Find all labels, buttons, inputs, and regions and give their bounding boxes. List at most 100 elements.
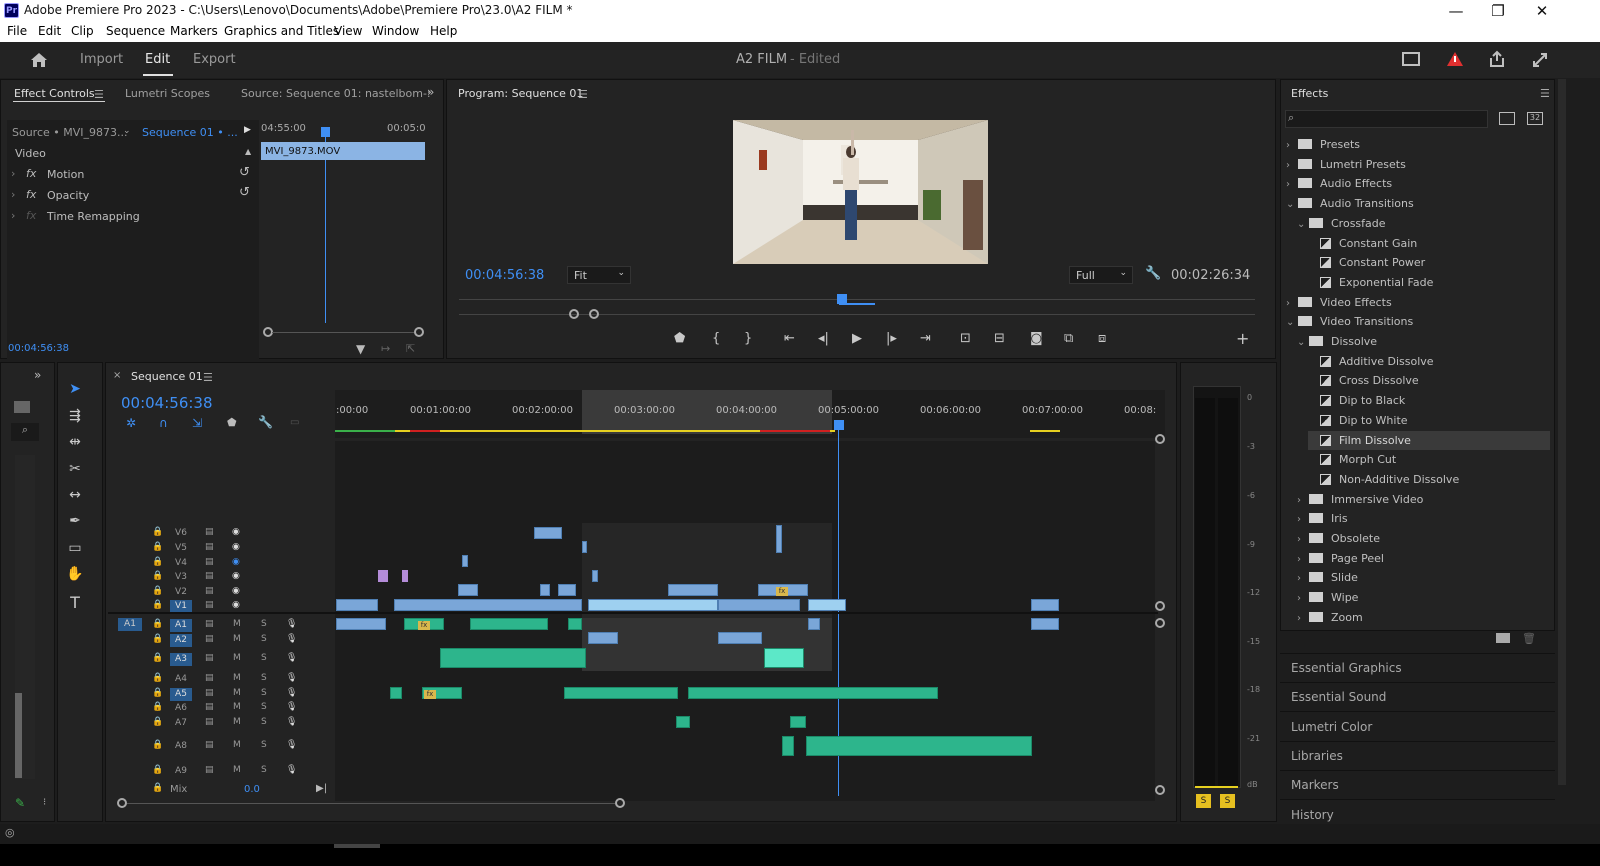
step-forward-icon[interactable]: |▸	[886, 331, 897, 346]
microphone-icon[interactable]: 🎙	[286, 653, 297, 663]
eye-icon[interactable]: ◉	[232, 542, 240, 552]
chevron-right-icon[interactable]: ›	[1297, 530, 1309, 549]
lock-icon[interactable]: 🔒	[152, 653, 163, 663]
project-scrollbar[interactable]	[15, 693, 22, 778]
tab-source[interactable]: Source: Sequence 01: nastelbom-:	[241, 87, 431, 100]
sync-icon[interactable]: ▤	[205, 527, 214, 537]
solo-button[interactable]: S	[261, 717, 267, 727]
solo-button[interactable]: S	[261, 688, 267, 698]
timeline-zoom-right[interactable]	[615, 798, 625, 808]
solo-button[interactable]: S	[261, 653, 267, 663]
menu-help[interactable]: Help	[430, 24, 457, 38]
clip-a7[interactable]	[676, 716, 690, 728]
sync-icon[interactable]: ▤	[205, 702, 214, 712]
quality-dropdown[interactable]: Full ⌄	[1069, 266, 1133, 284]
microphone-icon[interactable]: 🎙	[286, 702, 297, 712]
effects-folder[interactable]: › Zoom	[1297, 608, 1550, 627]
effect-item[interactable]: Non-Additive Dissolve	[1308, 470, 1550, 489]
lock-icon[interactable]: 🔒	[152, 765, 163, 775]
chevron-right-icon[interactable]: ›	[1297, 550, 1309, 569]
effects-folder[interactable]: › Slide	[1297, 568, 1550, 587]
sync-icon[interactable]: ▤	[205, 600, 214, 610]
warning-icon[interactable]	[1446, 51, 1464, 67]
close-button[interactable]: ✕	[1522, 2, 1562, 20]
track-name[interactable]: A3	[170, 653, 192, 666]
go-to-in-icon[interactable]: ⇤	[784, 331, 795, 346]
effect-item[interactable]: Dip to Black	[1308, 391, 1550, 410]
panel-history[interactable]: History	[1291, 808, 1334, 822]
pencil-icon[interactable]: ✎	[15, 796, 25, 810]
effect-motion[interactable]: Motion	[47, 168, 84, 181]
mix-value[interactable]: 0.0	[244, 784, 260, 795]
chevron-right-icon[interactable]: ›	[1297, 510, 1309, 529]
effects-folder[interactable]: ⌄ Dissolve	[1297, 332, 1550, 351]
camera-icon[interactable]: ◙	[1030, 331, 1043, 346]
pen-tool-icon[interactable]: ✒	[66, 513, 84, 531]
clip-a2[interactable]	[588, 632, 618, 644]
panel-menu-icon[interactable]: ☰	[94, 88, 104, 101]
chevron-right-icon[interactable]: ›	[1297, 589, 1309, 608]
lock-icon[interactable]: 🔒	[152, 740, 163, 750]
lock-icon[interactable]: 🔒	[152, 634, 163, 644]
maximize-button[interactable]: ❐	[1478, 2, 1518, 20]
timeline-zoom-left[interactable]	[117, 798, 127, 808]
effects-folder[interactable]: › Wipe	[1297, 588, 1550, 607]
effects-folder[interactable]: › Audio Effects	[1286, 174, 1550, 193]
clip-a5[interactable]	[390, 687, 402, 699]
lock-icon[interactable]: 🔒	[152, 557, 163, 567]
clip-v4[interactable]	[462, 555, 468, 567]
effects-scrollbar[interactable]	[1558, 79, 1566, 785]
clip-v3[interactable]	[402, 570, 408, 582]
microphone-icon[interactable]: 🎙	[286, 619, 297, 629]
clip-a5[interactable]	[688, 687, 938, 699]
fullscreen-icon[interactable]	[1532, 52, 1548, 68]
timeline-playhead-handle[interactable]	[834, 420, 844, 430]
ec-timecode[interactable]: 00:04:56:38	[8, 343, 69, 354]
clip-a7[interactable]	[790, 716, 806, 728]
mute-button[interactable]: M	[233, 619, 241, 629]
mute-button[interactable]: M	[233, 673, 241, 683]
sync-icon[interactable]: ▤	[205, 571, 214, 581]
reset-icon[interactable]: ↺	[239, 185, 250, 200]
mini-clip[interactable]: MVI_9873.MOV	[261, 142, 425, 160]
expand-opacity-icon[interactable]: ›	[11, 188, 15, 201]
effects-folder[interactable]: › Lumetri Presets	[1286, 155, 1550, 174]
captions-icon[interactable]: ▭	[290, 417, 299, 428]
close-tab-icon[interactable]: ×	[113, 370, 121, 381]
snap-icon[interactable]: ∩	[159, 416, 168, 430]
mute-button[interactable]: M	[233, 740, 241, 750]
eye-icon[interactable]: ◉	[232, 571, 240, 581]
play-only-icon[interactable]: ▶	[244, 125, 251, 135]
clip-v2[interactable]	[558, 584, 576, 596]
bin-icon[interactable]	[14, 401, 30, 413]
timeline-scroll-track[interactable]	[127, 803, 615, 804]
hand-tool-icon[interactable]: ✋	[66, 566, 84, 584]
sync-icon[interactable]: ▤	[205, 688, 214, 698]
clip-v1[interactable]	[588, 599, 718, 611]
lock-icon[interactable]: 🔒	[152, 717, 163, 727]
sync-icon[interactable]: ▤	[205, 653, 214, 663]
clip-a2[interactable]	[718, 632, 762, 644]
zoom-handle-left[interactable]	[569, 309, 579, 319]
mini-playhead-handle[interactable]	[321, 127, 330, 137]
mark-out-icon[interactable]: }	[744, 331, 752, 346]
effects-folder[interactable]: › Page Peel	[1297, 549, 1550, 568]
ripple-icon[interactable]: ↦	[381, 342, 390, 355]
track-name[interactable]: V4	[170, 557, 192, 570]
lock-icon[interactable]: 🔒	[152, 571, 163, 581]
clip-v3[interactable]	[592, 570, 598, 582]
effects-search-input[interactable]	[1285, 110, 1488, 128]
effects-folder[interactable]: ⌄ Audio Transitions	[1286, 194, 1550, 213]
lock-icon[interactable]: 🔒	[152, 688, 163, 698]
program-timecode[interactable]: 00:04:56:38	[465, 268, 544, 283]
effect-item[interactable]: Constant Gain	[1308, 234, 1550, 253]
solo-left-button[interactable]: S	[1196, 794, 1211, 808]
panel-markers[interactable]: Markers	[1291, 778, 1339, 792]
linked-select-icon[interactable]: ⇲	[192, 416, 202, 430]
microphone-icon[interactable]: 🎙	[286, 673, 297, 683]
sync-icon[interactable]: ▤	[205, 717, 214, 727]
chevron-right-icon[interactable]: ›	[1286, 175, 1298, 194]
menu-edit[interactable]: Edit	[38, 24, 61, 38]
microphone-icon[interactable]: 🎙	[286, 688, 297, 698]
effects-folder[interactable]: ⌄ Video Transitions	[1286, 312, 1550, 331]
